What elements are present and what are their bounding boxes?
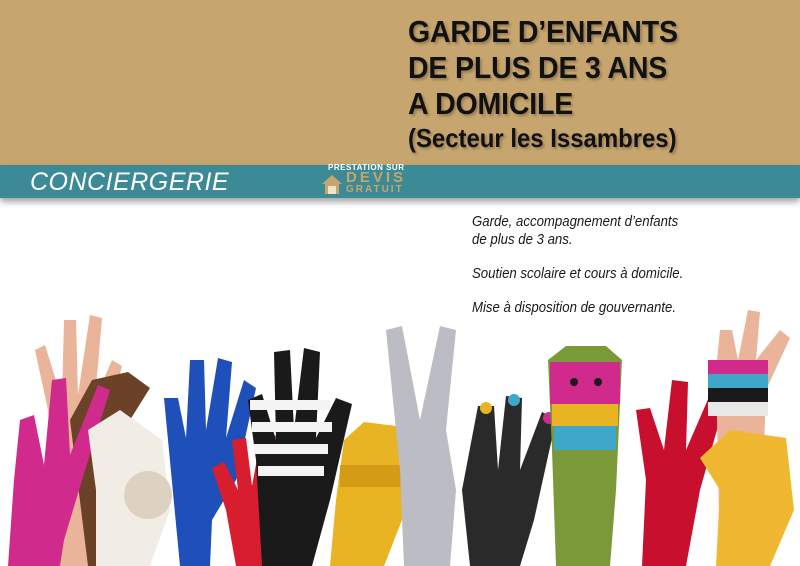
white-knit-glove [88,410,172,566]
gloved-hands-illustration [8,310,794,566]
puppet-glove [548,346,622,566]
headline-subtitle: (Secteur les Issambres) [408,123,677,153]
devis-logo-main-text: DEVIS [346,169,407,186]
service-item-tutoring: Soutien scolaire et cours à domicile. [472,265,684,282]
devis-gratuit-logo: PRESTATION SUR DEVIS GRATUIT [316,162,406,200]
house-icon [322,175,342,194]
headline-line-1: GARDE D’ENFANTS [408,14,678,49]
devis-logo-sub-text: GRATUIT [346,184,404,195]
headline-line-2: DE PLUS DE 3 ANS [408,50,668,85]
black-glove-colored-tips [462,394,556,566]
service-item-childcare: Garde, accompagnement d’enfants de plus … [472,213,754,249]
headline: GARDE D’ENFANTS DE PLUS DE 3 ANS A DOMIC… [408,14,701,154]
conciergerie-label: CONCIERGERIE [30,168,230,196]
service-item-childcare-line-1: Garde, accompagnement d’enfants [472,213,679,230]
yellow-glove-right [700,430,794,566]
headline-line-3: A DOMICILE [408,86,574,121]
flyer-page: GARDE D’ENFANTS DE PLUS DE 3 ANS A DOMIC… [0,0,800,566]
service-item-childcare-line-2: de plus de 3 ans. [472,231,573,248]
